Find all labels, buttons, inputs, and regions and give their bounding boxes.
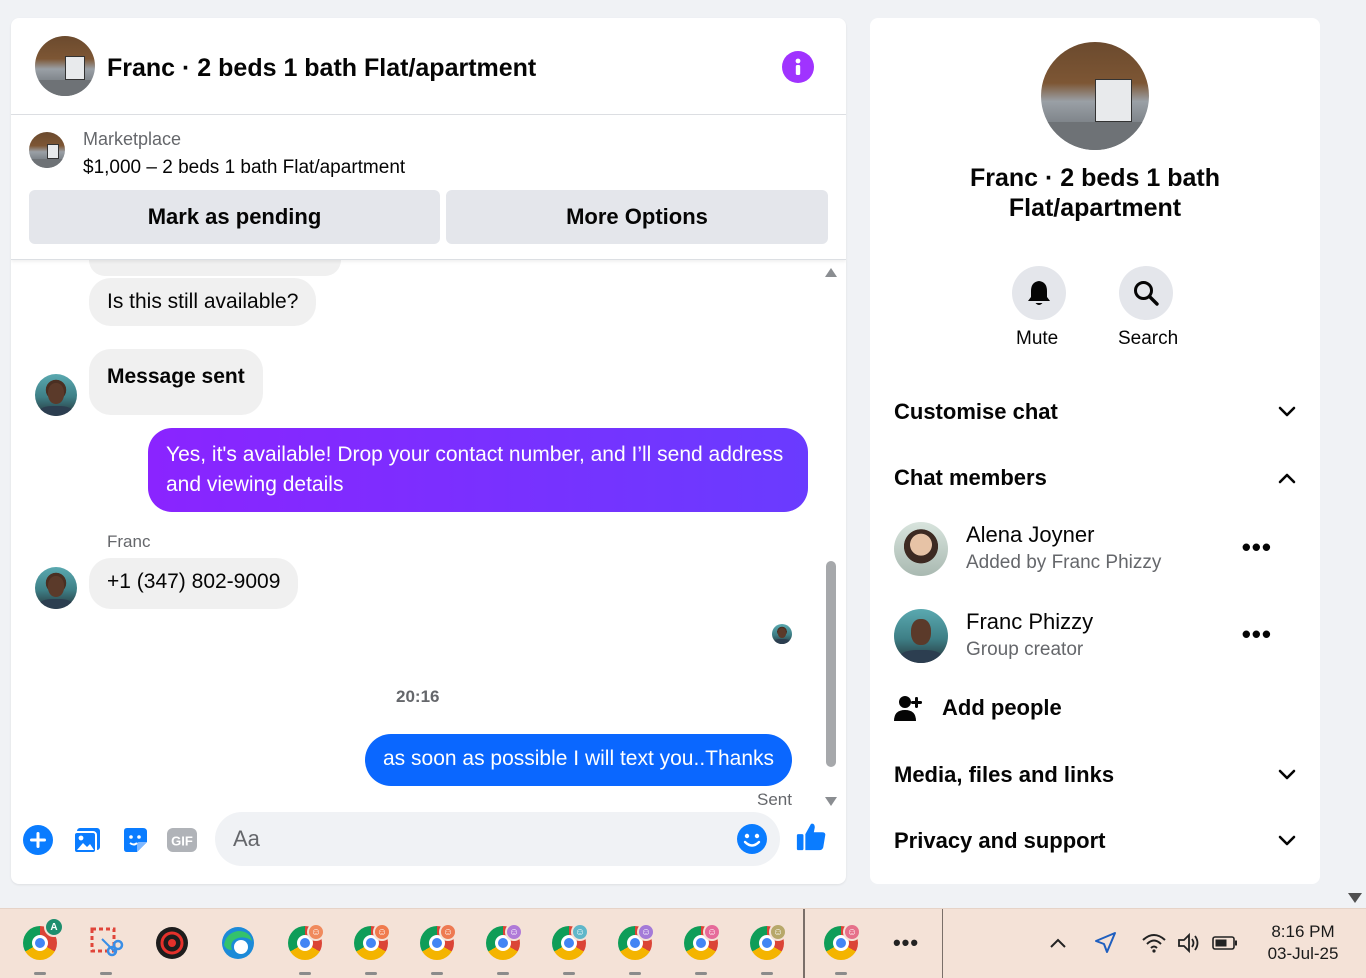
taskbar-chrome-profile[interactable]: ☺ [747, 923, 787, 975]
battery-icon[interactable] [1205, 923, 1245, 963]
chat-title[interactable]: Franc · 2 beds 1 bath Flat/apartment [107, 54, 536, 83]
photo-icon[interactable] [71, 824, 103, 856]
chevron-up-icon [1278, 473, 1296, 484]
section-label: Privacy and support [894, 828, 1106, 853]
conversation-avatar[interactable] [35, 36, 95, 96]
taskbar-chrome-profile-active[interactable]: ☺ [821, 923, 861, 975]
chat-panel: Franc · 2 beds 1 bath Flat/apartment Mar… [11, 18, 846, 884]
location-icon[interactable] [1085, 923, 1125, 963]
clock-date: 03-Jul-25 [1267, 944, 1339, 963]
chat-members-section[interactable]: Chat members [894, 458, 1296, 498]
taskbar-separator [803, 909, 805, 978]
info-icon[interactable] [782, 51, 814, 83]
message-input-container [215, 812, 780, 866]
message-list[interactable]: Is this still available? Message sent Ye… [11, 260, 846, 810]
svg-text:GIF: GIF [171, 834, 193, 849]
bell-icon [1028, 281, 1050, 305]
message-bubble[interactable]: +1 (347) 802-9009 [89, 558, 299, 609]
member-name[interactable]: Franc Phizzy [966, 609, 1093, 635]
more-apps-icon[interactable]: ••• [886, 923, 926, 963]
sender-name: Franc [107, 532, 151, 551]
volume-icon[interactable] [1170, 923, 1210, 963]
search-icon [1134, 281, 1159, 306]
add-person-icon [894, 696, 922, 721]
section-label: Media, files and links [894, 762, 1115, 787]
conversation-avatar-large[interactable] [1041, 42, 1149, 150]
more-options-icon[interactable]: ••• [1242, 621, 1272, 647]
mark-as-pending-button[interactable]: Mark as pending [29, 190, 440, 244]
sticker-icon[interactable] [119, 824, 151, 856]
taskbar-chrome-profile[interactable]: ☺ [285, 923, 325, 975]
chevron-down-icon [1278, 835, 1296, 846]
mute-label: Mute [1016, 328, 1059, 349]
member-name[interactable]: Alena Joyner [966, 522, 1094, 548]
marketplace-listing-bar: Marketplace $1,000 – 2 beds 1 bath Flat/… [11, 115, 846, 260]
message-composer: GIF [11, 810, 846, 884]
more-options-button[interactable]: More Options [446, 190, 828, 244]
search-button[interactable] [1119, 266, 1173, 320]
taskbar-separator [942, 909, 943, 978]
edge-icon[interactable] [218, 923, 258, 963]
like-thumbs-up-icon[interactable] [795, 821, 827, 853]
listing-price[interactable]: $1,000 – 2 beds 1 bath Flat/apartment [83, 157, 405, 179]
taskbar-chrome-profile[interactable]: ☺ [549, 923, 589, 975]
message-bubble-partial [89, 260, 341, 276]
member-row[interactable]: Franc Phizzy Group creator ••• [894, 607, 1296, 667]
davinci-resolve-icon[interactable] [152, 923, 192, 963]
message-scrollbar[interactable] [823, 268, 839, 808]
scroll-up-arrow-icon[interactable] [825, 268, 837, 277]
chat-header: Franc · 2 beds 1 bath Flat/apartment [11, 18, 846, 115]
privacy-support-section[interactable]: Privacy and support [894, 821, 1296, 861]
message-bubble-outgoing[interactable]: as soon as possible I will text you..Tha… [365, 734, 793, 786]
gif-icon[interactable]: GIF [166, 824, 198, 856]
clock-time: 8:16 PM [1271, 922, 1335, 941]
page-scroll-down-arrow-icon[interactable] [1348, 893, 1362, 903]
franc-avatar[interactable] [35, 567, 77, 609]
section-label: Customise chat [894, 399, 1058, 424]
profile-badge: A [44, 917, 64, 937]
message-input[interactable] [233, 824, 713, 854]
franc-avatar[interactable] [35, 374, 77, 416]
mute-button[interactable] [1012, 266, 1066, 320]
chevron-down-icon [1278, 769, 1296, 780]
taskbar-chrome-profile[interactable]: ☺ [417, 923, 457, 975]
add-people-label: Add people [942, 695, 1062, 720]
member-avatar[interactable] [894, 522, 948, 576]
chevron-down-icon [1278, 406, 1296, 417]
add-people-button[interactable]: Add people [894, 690, 1062, 726]
message-bubble[interactable]: Is this still available? [89, 278, 317, 326]
taskbar-chrome-profile[interactable]: ☺ [681, 923, 721, 975]
taskbar-chrome-profile[interactable]: ☺ [351, 923, 391, 975]
snipping-tool-icon[interactable] [86, 923, 126, 975]
media-files-links-section[interactable]: Media, files and links [894, 755, 1296, 795]
customise-chat-section[interactable]: Customise chat [894, 392, 1296, 432]
message-bubble-outgoing[interactable]: Yes, it's available! Drop your contact n… [148, 428, 808, 512]
more-options-icon[interactable]: ••• [1242, 534, 1272, 560]
listing-thumbnail[interactable] [29, 132, 65, 168]
sent-status: Sent [757, 790, 792, 809]
wifi-icon[interactable] [1134, 923, 1174, 963]
read-receipt-avatar [772, 624, 792, 644]
member-row[interactable]: Alena Joyner Added by Franc Phizzy ••• [894, 520, 1296, 580]
plus-circle-icon[interactable] [22, 824, 54, 856]
tray-chevron-up-icon[interactable] [1038, 923, 1078, 963]
member-subtitle: Added by Franc Phizzy [966, 552, 1162, 573]
windows-taskbar: A ☺ ☺ ☺ ☺ ☺ ☺ ☺ ☺ ☺ ••• 8:16 PM 03-Jul-2… [0, 908, 1366, 978]
message-bubble[interactable]: Message sent [89, 349, 263, 415]
member-subtitle: Group creator [966, 639, 1084, 660]
listing-kicker: Marketplace [83, 129, 182, 149]
scroll-thumb[interactable] [826, 561, 836, 767]
emoji-icon[interactable] [736, 823, 768, 860]
taskbar-chrome-profile[interactable]: ☺ [483, 923, 523, 975]
search-label: Search [1118, 328, 1179, 349]
section-label: Chat members [894, 465, 1047, 490]
taskbar-chrome-profile[interactable]: ☺ [615, 923, 655, 975]
scroll-down-arrow-icon[interactable] [825, 797, 837, 806]
taskbar-chrome-profile[interactable]: A [20, 917, 64, 975]
message-timestamp: 20:16 [396, 687, 440, 706]
chat-info-panel: Franc · 2 beds 1 bath Flat/apartment Mut… [870, 18, 1320, 884]
system-clock[interactable]: 8:16 PM 03-Jul-25 [1258, 921, 1348, 965]
member-avatar[interactable] [894, 609, 948, 663]
info-title: Franc · 2 beds 1 bath Flat/apartment [969, 164, 1221, 222]
